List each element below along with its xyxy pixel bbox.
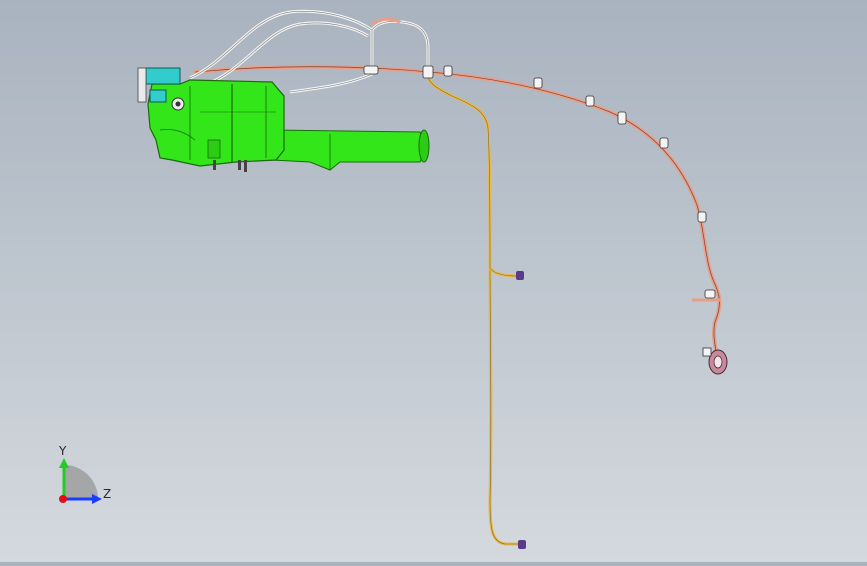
harness-clips[interactable] <box>363 65 716 299</box>
y-label: Y <box>58 444 67 458</box>
washer-tank[interactable] <box>147 79 430 172</box>
end-fitting[interactable] <box>692 298 728 375</box>
origin-icon <box>59 495 67 503</box>
y-arrow-icon <box>59 458 69 468</box>
connector-upper-icon[interactable] <box>516 271 524 280</box>
triad-arc <box>64 465 98 499</box>
upper-hose-loops[interactable] <box>189 9 430 94</box>
cad-viewport[interactable]: Y Z <box>0 0 867 562</box>
connector-lower-icon[interactable] <box>518 540 526 549</box>
model-canvas[interactable]: Y Z <box>0 0 867 562</box>
axis-triad: Y Z <box>58 444 111 504</box>
yellow-harness[interactable] <box>426 71 526 549</box>
z-label: Z <box>103 487 111 501</box>
